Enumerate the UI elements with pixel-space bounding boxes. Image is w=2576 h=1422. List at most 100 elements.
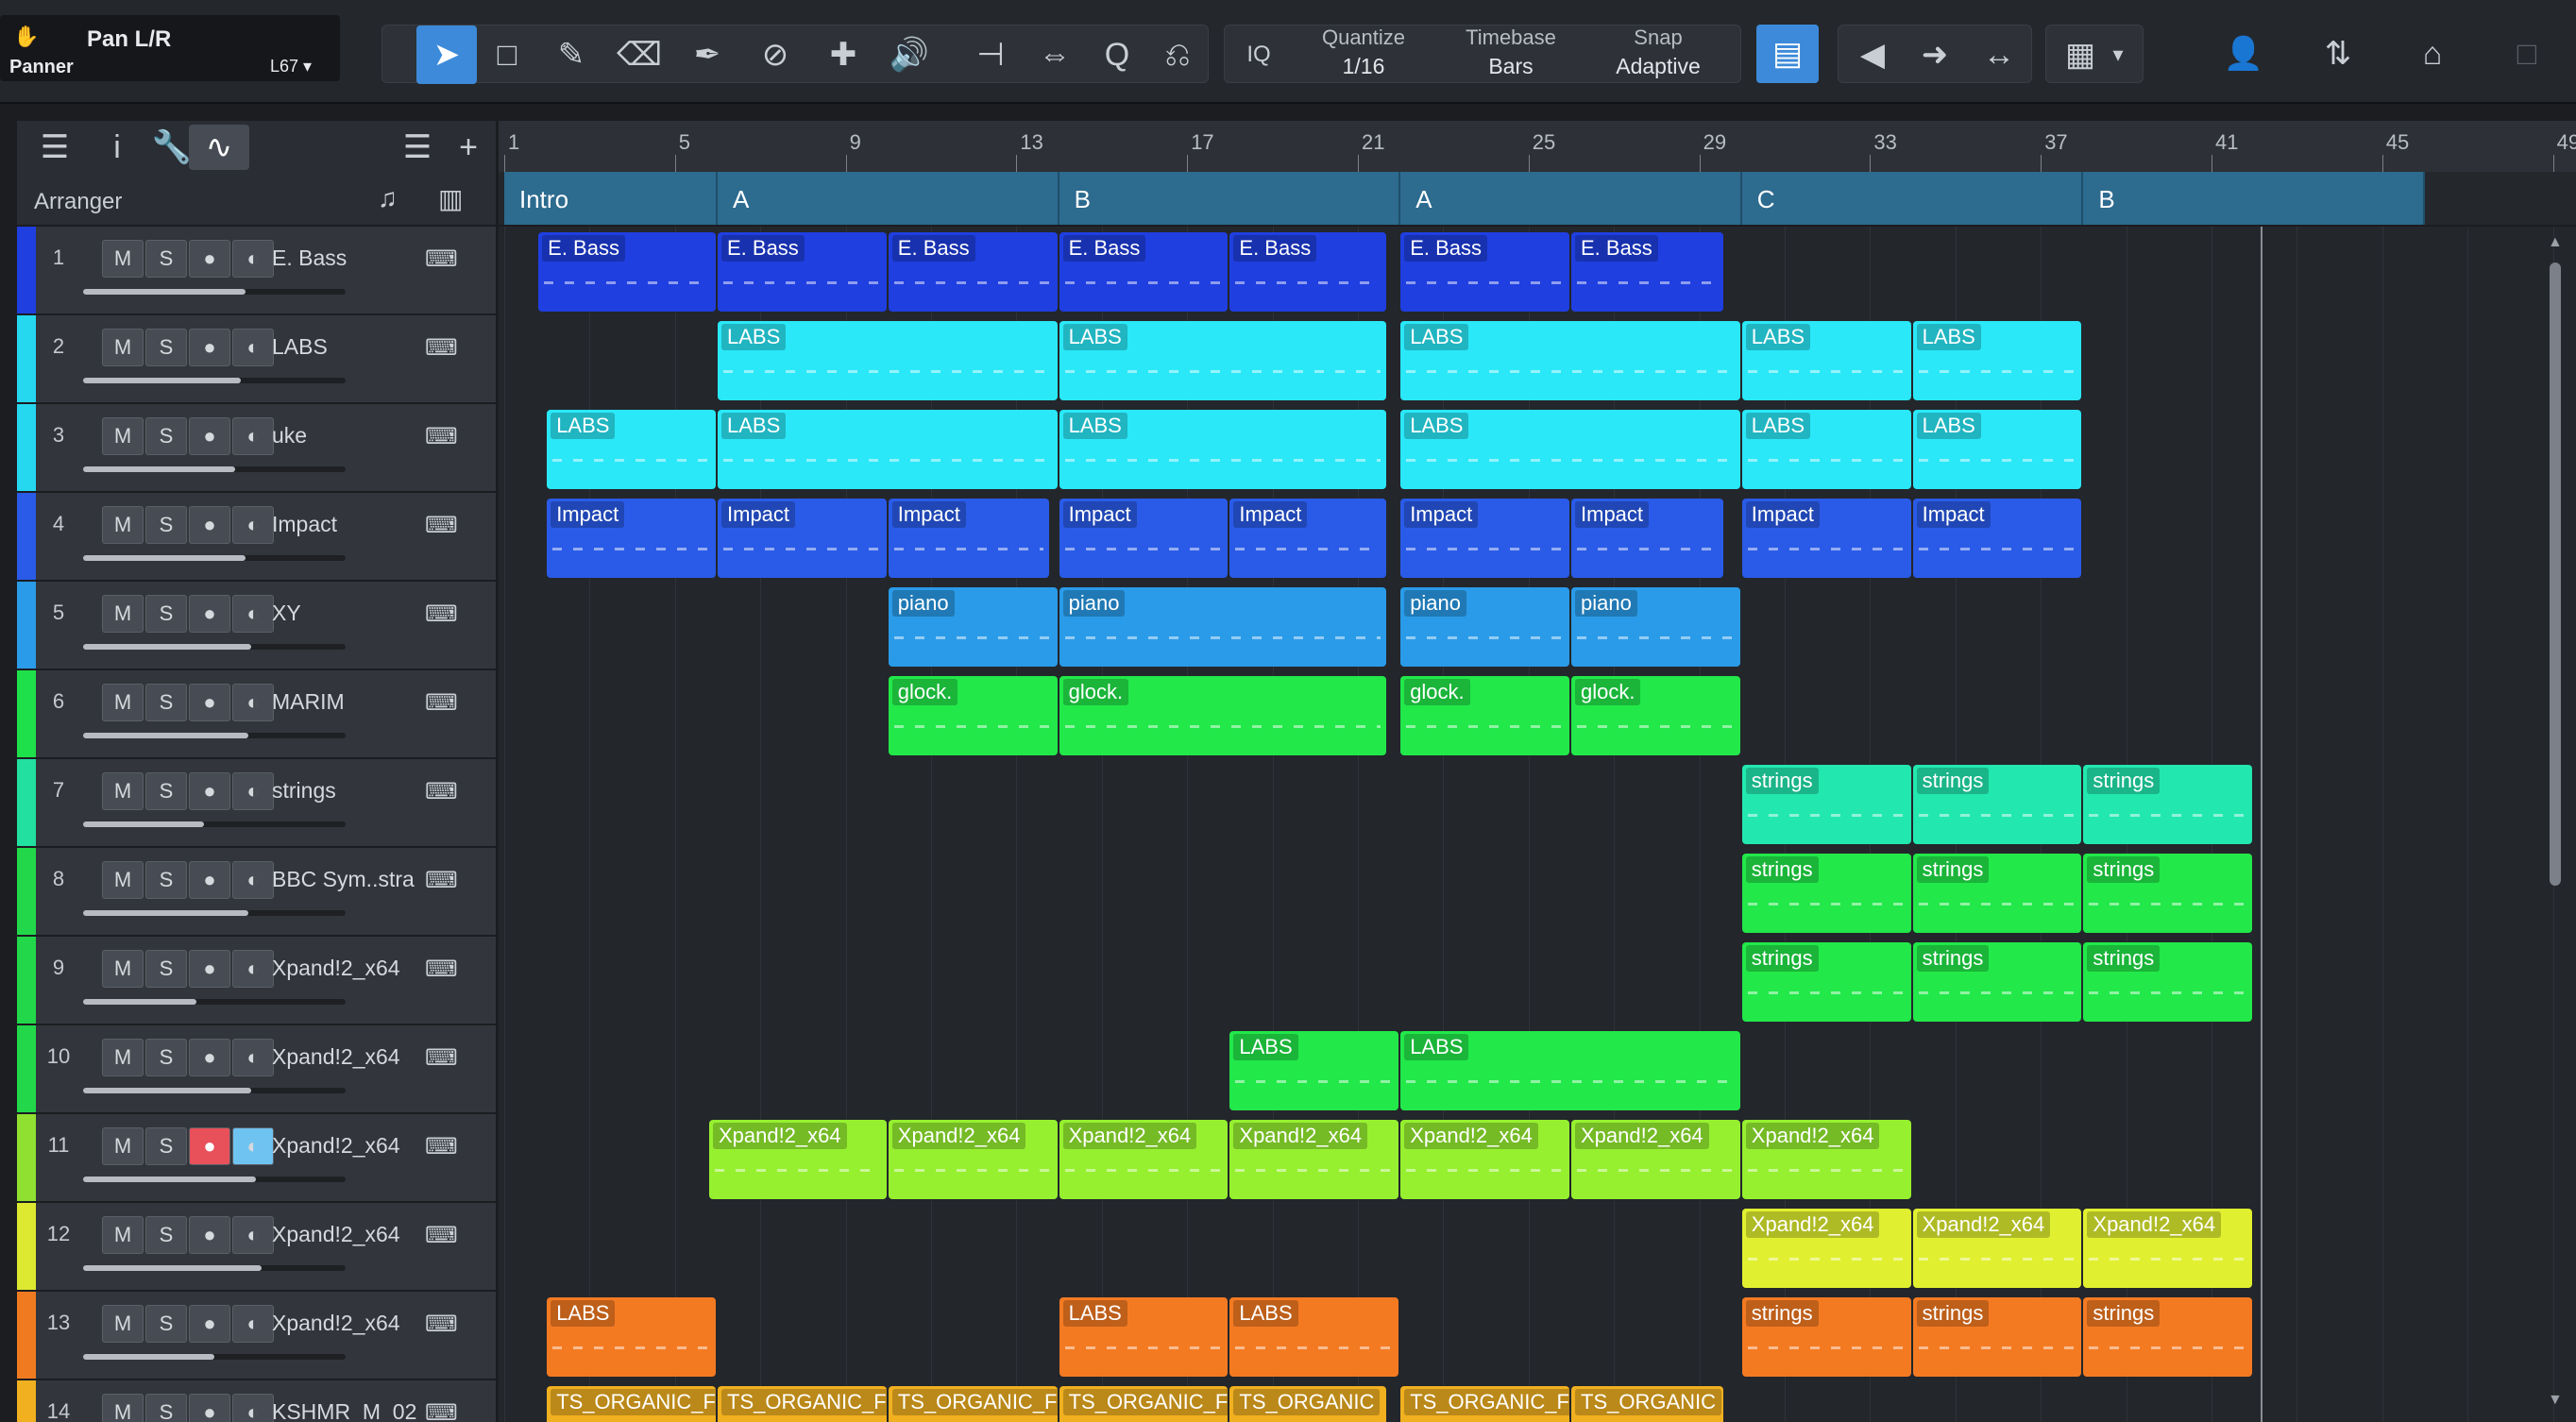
nudge-right-icon[interactable]: ➜ bbox=[1905, 25, 1965, 84]
monitor-icon[interactable]: ◐ bbox=[232, 950, 274, 988]
instrument-keyboard-icon[interactable]: ⌨ bbox=[425, 867, 458, 894]
event-clip[interactable]: strings bbox=[2083, 942, 2253, 1022]
track-name[interactable]: Xpand!2_x64 bbox=[272, 1044, 442, 1070]
track-name[interactable]: XY bbox=[272, 601, 442, 626]
mute-button[interactable]: M bbox=[102, 684, 144, 721]
monitor-icon[interactable]: ◐ bbox=[232, 1394, 274, 1422]
instrument-keyboard-icon[interactable]: ⌨ bbox=[425, 1311, 458, 1338]
solo-button[interactable]: S bbox=[145, 1305, 187, 1343]
event-clip[interactable]: Impact bbox=[547, 499, 716, 578]
event-clip[interactable]: glock. bbox=[888, 676, 1058, 755]
monitor-icon[interactable]: ◐ bbox=[232, 772, 274, 810]
event-clip[interactable]: Xpand!2_x64 bbox=[1229, 1120, 1399, 1199]
event-clip[interactable]: E. Bass bbox=[888, 232, 1058, 312]
track-row[interactable]: 12 M S ● ◐ Xpand!2_x64 ⌨ bbox=[17, 1203, 496, 1292]
monitor-icon[interactable]: ◐ bbox=[232, 329, 274, 366]
monitor-icon[interactable]: ◐ bbox=[232, 1216, 274, 1254]
quantize-select[interactable]: 1/16 bbox=[1293, 54, 1434, 79]
arranger-section[interactable]: B bbox=[1059, 172, 1401, 225]
nudge-left-icon[interactable]: ◀ bbox=[1842, 25, 1903, 84]
arranger-section[interactable]: Intro bbox=[504, 172, 718, 225]
track-volume-slider[interactable] bbox=[83, 1177, 346, 1182]
track-name[interactable]: LABS bbox=[272, 334, 442, 360]
record-arm-icon[interactable]: ● bbox=[189, 1216, 230, 1254]
menu-icon[interactable]: ☰ bbox=[25, 121, 85, 174]
solo-button[interactable]: S bbox=[145, 772, 187, 810]
track-name[interactable]: E. Bass bbox=[272, 245, 442, 271]
solo-button[interactable]: S bbox=[145, 950, 187, 988]
event-clip[interactable]: Xpand!2_x64 bbox=[1741, 1120, 1911, 1199]
user-icon[interactable]: 👤 bbox=[2213, 25, 2274, 83]
arranger-section[interactable]: A bbox=[718, 172, 1059, 225]
mute-button[interactable]: M bbox=[102, 1127, 144, 1165]
track-volume-slider[interactable] bbox=[83, 466, 346, 472]
event-clip[interactable]: TS_ORGANIC_F bbox=[547, 1386, 716, 1422]
event-clip[interactable]: TS_ORGANIC_F bbox=[718, 1386, 887, 1422]
event-clip[interactable]: LABS bbox=[1400, 321, 1740, 400]
track-name[interactable]: uke bbox=[272, 423, 442, 449]
eraser-tool-icon[interactable]: ⌫ bbox=[609, 25, 669, 84]
event-clip[interactable]: E. Bass bbox=[538, 232, 716, 312]
event-clip[interactable]: LABS bbox=[1059, 321, 1386, 400]
monitor-icon[interactable]: ◐ bbox=[232, 506, 274, 544]
track-row[interactable]: 1 M S ● ◐ E. Bass ⌨ bbox=[17, 227, 496, 315]
event-clip[interactable]: Impact bbox=[1571, 499, 1723, 578]
track-name[interactable]: strings bbox=[272, 778, 442, 804]
event-clip[interactable]: E. Bass bbox=[1400, 232, 1569, 312]
event-clip[interactable]: LABS bbox=[1229, 1031, 1399, 1110]
track-row[interactable]: 9 M S ● ◐ Xpand!2_x64 ⌨ bbox=[17, 937, 496, 1025]
event-clip[interactable]: glock. bbox=[1571, 676, 1740, 755]
track-volume-slider[interactable] bbox=[83, 1354, 346, 1360]
solo-button[interactable]: S bbox=[145, 861, 187, 899]
track-volume-slider[interactable] bbox=[83, 999, 346, 1005]
center-icon[interactable]: ↔ bbox=[1969, 25, 2029, 84]
arrangement-lanes[interactable]: E. Bass E. Bass E. Bass E. Bass E. Bass E. Ba… bbox=[499, 227, 2576, 1422]
event-clip[interactable]: strings bbox=[1912, 1297, 2082, 1377]
event-clip[interactable]: LABS bbox=[1912, 321, 2082, 400]
event-clip[interactable]: LABS bbox=[1059, 1297, 1229, 1377]
timeline-ruler[interactable]: 1 5 9 13 17 21 25 29 33 37 41 45 49 bbox=[499, 121, 2576, 172]
track-name[interactable]: Xpand!2_x64 bbox=[272, 956, 442, 981]
track-name[interactable]: Impact bbox=[272, 512, 442, 537]
arranger-section[interactable]: C bbox=[1741, 172, 2084, 225]
arranger-section[interactable]: A bbox=[1400, 172, 1742, 225]
track-row[interactable]: 10 M S ● ◐ Xpand!2_x64 ⌨ bbox=[17, 1025, 496, 1114]
split-tool-icon[interactable]: ✚ bbox=[813, 25, 873, 84]
snap-select[interactable]: Adaptive bbox=[1587, 54, 1729, 79]
solo-button[interactable]: S bbox=[145, 1039, 187, 1076]
track-row[interactable]: 13 M S ● ◐ Xpand!2_x64 ⌨ bbox=[17, 1292, 496, 1380]
scroll-up-icon[interactable]: ▲ bbox=[2548, 234, 2563, 251]
instrument-keyboard-icon[interactable]: ⌨ bbox=[425, 1222, 458, 1249]
instrument-keyboard-icon[interactable]: ⌨ bbox=[425, 1133, 458, 1160]
instrument-keyboard-icon[interactable]: ⌨ bbox=[425, 512, 458, 539]
event-clip[interactable]: strings bbox=[1741, 942, 1911, 1022]
event-clip[interactable]: Impact bbox=[1229, 499, 1386, 578]
event-clip[interactable]: TS_ORGANIC bbox=[1571, 1386, 1723, 1422]
track-row[interactable]: 8 M S ● ◐ BBC Sym..stra ⌨ bbox=[17, 848, 496, 937]
track-volume-slider[interactable] bbox=[83, 910, 346, 916]
panner-display[interactable]: ✋ Pan L/R Panner L67 ▾ bbox=[0, 15, 340, 81]
event-clip[interactable]: Xpand!2_x64 bbox=[1400, 1120, 1569, 1199]
event-clip[interactable]: E. Bass bbox=[718, 232, 887, 312]
mute-button[interactable]: M bbox=[102, 1216, 144, 1254]
track-volume-slider[interactable] bbox=[83, 733, 346, 738]
event-clip[interactable]: strings bbox=[1741, 854, 1911, 933]
event-clip[interactable]: LABS bbox=[1059, 410, 1386, 489]
mute-button[interactable]: M bbox=[102, 861, 144, 899]
track-name[interactable]: Xpand!2_x64 bbox=[272, 1222, 442, 1247]
mute-button[interactable]: M bbox=[102, 1394, 144, 1422]
arranger-settings-icon[interactable]: ▥ bbox=[438, 183, 463, 214]
solo-button[interactable]: S bbox=[145, 240, 187, 278]
mute-button[interactable]: M bbox=[102, 329, 144, 366]
event-clip[interactable]: Xpand!2_x64 bbox=[1571, 1120, 1740, 1199]
record-arm-icon[interactable]: ● bbox=[189, 1039, 230, 1076]
timebase-select[interactable]: Bars bbox=[1440, 54, 1582, 79]
event-clip[interactable]: E. Bass bbox=[1059, 232, 1229, 312]
event-clip[interactable]: strings bbox=[1912, 765, 2082, 844]
add-track-icon[interactable]: + bbox=[438, 121, 499, 174]
monitor-icon[interactable]: ◐ bbox=[232, 240, 274, 278]
monitor-icon[interactable]: ◐ bbox=[232, 595, 274, 633]
record-arm-icon[interactable]: ● bbox=[189, 1127, 230, 1165]
instrument-keyboard-icon[interactable]: ⌨ bbox=[425, 601, 458, 628]
arrow-tool-icon[interactable]: ➤ bbox=[416, 25, 477, 84]
